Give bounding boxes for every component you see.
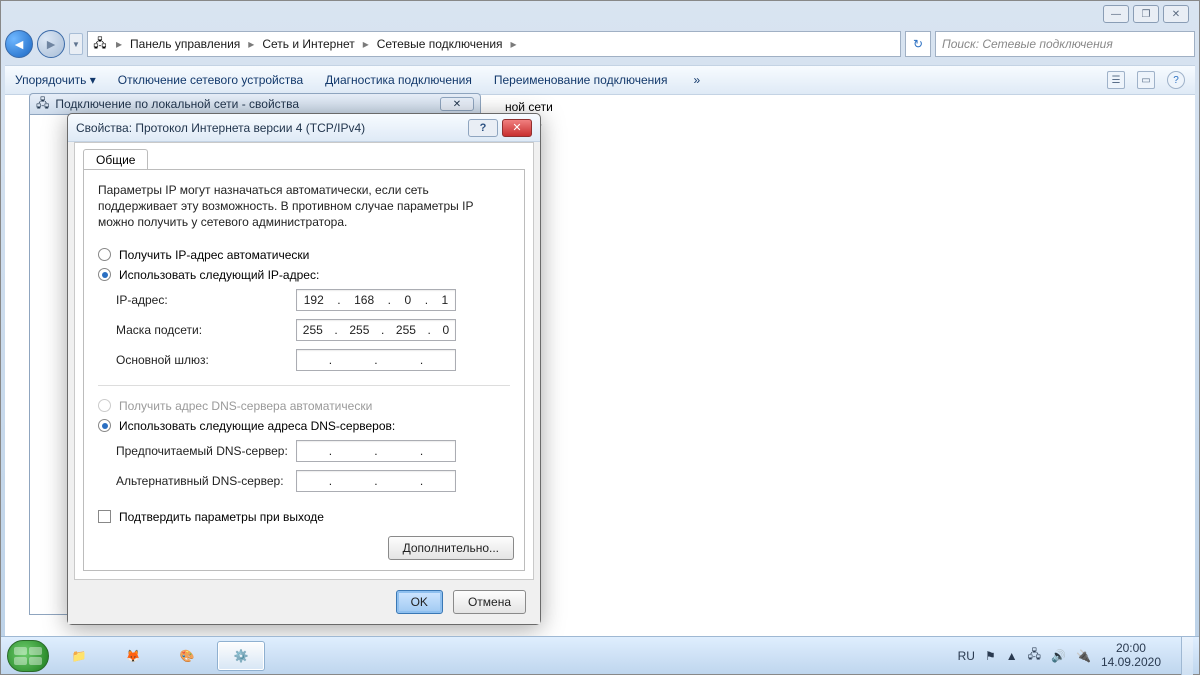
window-controls: — ❐ ✕ xyxy=(1103,5,1189,23)
network-adapter-icon: 🖧 xyxy=(36,94,49,115)
connection-name-fragment: ной сети xyxy=(505,100,553,114)
dialog-title: Свойства: Протокол Интернета версии 4 (T… xyxy=(76,121,365,135)
clock-time: 20:00 xyxy=(1101,642,1161,655)
dialog-footer: OK Отмена xyxy=(68,580,540,624)
chevron-right-icon: ▸ xyxy=(361,37,371,51)
system-tray: RU ⚑ ▲ 🖧 🔊 🔌 20:00 14.09.2020 xyxy=(958,637,1193,675)
ip-manual-radio[interactable]: Использовать следующий IP-адрес: xyxy=(98,265,510,285)
preferred-dns-label: Предпочитаемый DNS-сервер: xyxy=(116,444,296,458)
chevron-right-icon: ▸ xyxy=(246,37,256,51)
clock[interactable]: 20:00 14.09.2020 xyxy=(1101,642,1167,668)
close-icon[interactable]: ✕ xyxy=(440,97,474,111)
action-center-icon[interactable]: ▲ xyxy=(1006,649,1018,663)
breadcrumb-item[interactable]: Панель управления xyxy=(130,37,240,51)
app-taskbar-icon[interactable]: 🎨 xyxy=(163,641,211,671)
close-button[interactable]: ✕ xyxy=(502,119,532,137)
network-icon: 🖧 xyxy=(92,36,108,52)
refresh-button[interactable]: ↻ xyxy=(905,31,931,57)
back-button[interactable]: ◄ xyxy=(5,30,33,58)
overflow-button[interactable]: » xyxy=(693,73,700,87)
command-bar: Упорядочить ▾ Отключение сетевого устрой… xyxy=(5,65,1195,95)
language-indicator[interactable]: RU xyxy=(958,649,975,663)
address-bar[interactable]: 🖧 ▸ Панель управления ▸ Сеть и Интернет … xyxy=(87,31,901,57)
general-panel: Параметры IP могут назначаться автоматич… xyxy=(83,169,525,571)
tray-flag-icon[interactable]: ⚑ xyxy=(985,649,996,663)
ip-auto-radio[interactable]: Получить IP-адрес автоматически xyxy=(98,245,510,265)
search-input[interactable]: Поиск: Сетевые подключения xyxy=(935,31,1195,57)
preview-pane-icon[interactable]: ▭ xyxy=(1137,71,1155,89)
ip-address-label: IP-адрес: xyxy=(116,293,296,307)
ip-address-input[interactable]: 192. 168. 0. 1 xyxy=(296,289,456,311)
dns-auto-radio: Получить адрес DNS-сервера автоматически xyxy=(98,396,510,416)
chevron-right-icon: ▸ xyxy=(509,37,519,51)
view-options-icon[interactable]: ☰ xyxy=(1107,71,1125,89)
show-desktop-button[interactable] xyxy=(1181,637,1193,675)
disable-device-button[interactable]: Отключение сетевого устройства xyxy=(118,73,303,87)
breadcrumb-item[interactable]: Сеть и Интернет xyxy=(262,37,354,51)
search-placeholder: Поиск: Сетевые подключения xyxy=(942,37,1113,51)
network-tray-icon[interactable]: 🖧 xyxy=(1028,645,1041,666)
subnet-mask-label: Маска подсети: xyxy=(116,323,296,337)
checkbox-icon xyxy=(98,510,111,523)
nav-history-dropdown[interactable]: ▼ xyxy=(69,33,83,55)
subnet-mask-input[interactable]: 255. 255. 255. 0 xyxy=(296,319,456,341)
gateway-label: Основной шлюз: xyxy=(116,353,296,367)
close-button[interactable]: ✕ xyxy=(1163,5,1189,23)
rename-button[interactable]: Переименование подключения xyxy=(494,73,668,87)
organize-menu[interactable]: Упорядочить ▾ xyxy=(15,73,96,87)
radio-icon xyxy=(98,399,111,412)
breadcrumb-item[interactable]: Сетевые подключения xyxy=(377,37,503,51)
nav-bar: ◄ ► ▼ 🖧 ▸ Панель управления ▸ Сеть и Инт… xyxy=(5,27,1195,61)
separator xyxy=(98,385,510,386)
control-panel-taskbar-icon[interactable]: ⚙️ xyxy=(217,641,265,671)
alternate-dns-label: Альтернативный DNS-сервер: xyxy=(116,474,296,488)
checkbox-label: Подтвердить параметры при выходе xyxy=(119,510,324,524)
chevron-right-icon: ▸ xyxy=(114,37,124,51)
radio-icon xyxy=(98,268,111,281)
dialog-body: Общие Параметры IP могут назначаться авт… xyxy=(74,142,534,580)
explorer-taskbar-icon[interactable]: 📁 xyxy=(55,641,103,671)
radio-label: Получить IP-адрес автоматически xyxy=(119,248,309,262)
radio-label: Использовать следующие адреса DNS-сервер… xyxy=(119,419,395,433)
radio-label: Использовать следующий IP-адрес: xyxy=(119,268,319,282)
maximize-button[interactable]: ❐ xyxy=(1133,5,1159,23)
validate-on-exit-checkbox[interactable]: Подтвердить параметры при выходе xyxy=(98,510,510,524)
alternate-dns-input[interactable]: . . . xyxy=(296,470,456,492)
connection-properties-dialog: 🖧 Подключение по локальной сети - свойст… xyxy=(29,93,481,115)
dialog-titlebar: Свойства: Протокол Интернета версии 4 (T… xyxy=(68,114,540,142)
help-button[interactable]: ? xyxy=(468,119,498,137)
general-tab[interactable]: Общие xyxy=(83,149,148,171)
radio-icon xyxy=(98,248,111,261)
cancel-button[interactable]: Отмена xyxy=(453,590,526,614)
ipv4-properties-dialog: Свойства: Протокол Интернета версии 4 (T… xyxy=(67,113,541,625)
volume-icon[interactable]: 🔊 xyxy=(1051,649,1066,663)
radio-icon xyxy=(98,419,111,432)
gateway-input[interactable]: . . . xyxy=(296,349,456,371)
help-icon[interactable]: ? xyxy=(1167,71,1185,89)
power-icon[interactable]: 🔌 xyxy=(1076,649,1091,663)
advanced-button[interactable]: Дополнительно... xyxy=(388,536,514,560)
diagnose-button[interactable]: Диагностика подключения xyxy=(325,73,472,87)
minimize-button[interactable]: — xyxy=(1103,5,1129,23)
dns-manual-radio[interactable]: Использовать следующие адреса DNS-сервер… xyxy=(98,416,510,436)
radio-label: Получить адрес DNS-сервера автоматически xyxy=(119,399,372,413)
forward-button[interactable]: ► xyxy=(37,30,65,58)
start-button[interactable] xyxy=(7,640,49,672)
clock-date: 14.09.2020 xyxy=(1101,656,1161,669)
explorer-window: — ❐ ✕ ◄ ► ▼ 🖧 ▸ Панель управления ▸ Сеть… xyxy=(0,0,1200,675)
ok-button[interactable]: OK xyxy=(396,590,443,614)
preferred-dns-input[interactable]: . . . xyxy=(296,440,456,462)
firefox-taskbar-icon[interactable]: 🦊 xyxy=(109,641,157,671)
dialog-title: Подключение по локальной сети - свойства xyxy=(55,97,299,111)
taskbar: 📁 🦊 🎨 ⚙️ RU ⚑ ▲ 🖧 🔊 🔌 20:00 14.09.2020 xyxy=(1,636,1199,674)
description-text: Параметры IP могут назначаться автоматич… xyxy=(98,182,510,231)
